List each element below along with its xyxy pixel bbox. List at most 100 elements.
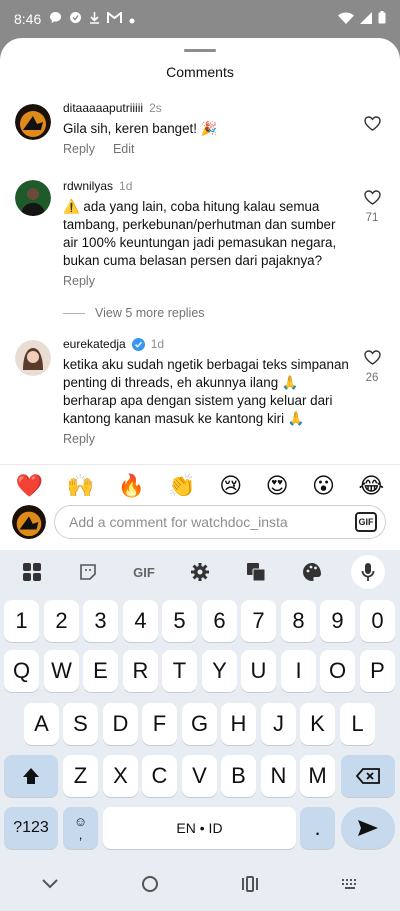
verified-badge-icon (131, 337, 145, 351)
key-u[interactable]: U (241, 650, 276, 692)
recents-icon[interactable] (241, 875, 259, 897)
comment-actions: Reply (63, 274, 353, 288)
emoji-heart[interactable]: ❤️ (16, 474, 43, 499)
back-chevron-icon[interactable] (41, 877, 59, 895)
emoji-fire[interactable]: 🔥 (117, 474, 144, 499)
username[interactable]: eurekatedja (63, 337, 126, 351)
key-m[interactable]: M (300, 755, 335, 797)
translate-icon[interactable] (239, 555, 273, 589)
key-z[interactable]: Z (63, 755, 98, 797)
key-7[interactable]: 7 (241, 600, 276, 642)
letter-row-2: A S D F G H J K L (0, 703, 400, 747)
key-o[interactable]: O (320, 650, 355, 692)
apps-grid-icon[interactable] (15, 555, 49, 589)
emoji-reaction-bar: ❤️ 🙌 🔥 👏 😢 😍 😮 😂 (0, 464, 400, 508)
keyboard-switch-icon[interactable] (341, 877, 359, 895)
bottom-row: ?123 ☺ , EN • ID . (0, 807, 400, 851)
navigation-bar (0, 861, 400, 911)
avatar[interactable] (15, 340, 51, 376)
heart-icon (363, 350, 381, 369)
key-b[interactable]: B (221, 755, 256, 797)
like-button[interactable] (360, 116, 384, 136)
period-key[interactable]: . (300, 807, 335, 849)
key-s[interactable]: S (63, 703, 98, 745)
key-a[interactable]: A (24, 703, 59, 745)
emoji-heart-eyes[interactable]: 😍 (266, 474, 289, 499)
key-n[interactable]: N (261, 755, 296, 797)
key-q[interactable]: Q (4, 650, 39, 692)
reply-button[interactable]: Reply (63, 142, 95, 156)
microphone-icon[interactable] (351, 555, 385, 589)
key-e[interactable]: E (83, 650, 118, 692)
drag-handle[interactable] (184, 49, 216, 52)
emoji-clap[interactable]: 👏 (168, 474, 195, 499)
key-r[interactable]: R (123, 650, 158, 692)
heart-icon (363, 116, 381, 135)
comment-text: Gila sih, keren banget! 🎉 (63, 121, 218, 136)
key-4[interactable]: 4 (123, 600, 158, 642)
shift-key[interactable] (4, 755, 58, 797)
gmail-icon (107, 10, 123, 27)
emoji-raised-hands[interactable]: 🙌 (67, 474, 94, 499)
symbols-key[interactable]: ?123 (4, 807, 58, 849)
key-p[interactable]: P (360, 650, 395, 692)
comment-input[interactable]: Add a comment for watchdoc_insta GIF (54, 505, 386, 539)
key-c[interactable]: C (142, 755, 177, 797)
key-h[interactable]: H (221, 703, 256, 745)
key-l[interactable]: L (340, 703, 375, 745)
comment-actions: Reply (63, 432, 353, 446)
key-1[interactable]: 1 (4, 600, 39, 642)
avatar[interactable] (15, 180, 51, 216)
comment-actions: Reply Edit (63, 142, 353, 156)
key-0[interactable]: 0 (360, 600, 395, 642)
key-2[interactable]: 2 (44, 600, 79, 642)
reply-button[interactable]: Reply (63, 274, 95, 288)
emoji-comma-key[interactable]: ☺ , (63, 807, 98, 849)
space-key[interactable]: EN • ID (103, 807, 296, 849)
reply-button[interactable]: Reply (63, 432, 95, 446)
more-dot-icon (129, 11, 135, 27)
comment-time: 1d (119, 179, 133, 193)
key-9[interactable]: 9 (320, 600, 355, 642)
emoji-laughing[interactable]: 😂 (358, 474, 384, 499)
key-w[interactable]: W (44, 650, 79, 692)
settings-gear-icon[interactable] (183, 555, 217, 589)
key-6[interactable]: 6 (202, 600, 237, 642)
sheet-title: Comments (166, 64, 234, 80)
keyboard-toolbar: GIF (0, 550, 400, 594)
key-t[interactable]: T (162, 650, 197, 692)
key-f[interactable]: F (142, 703, 177, 745)
key-5[interactable]: 5 (162, 600, 197, 642)
username[interactable]: rdwnilyas (63, 179, 113, 193)
key-i[interactable]: I (281, 650, 316, 692)
key-v[interactable]: V (182, 755, 217, 797)
send-key[interactable] (341, 807, 395, 849)
sticker-icon[interactable] (71, 555, 105, 589)
like-button[interactable]: 26 (360, 350, 384, 384)
key-x[interactable]: X (103, 755, 138, 797)
inbox-icon (69, 11, 82, 27)
key-8[interactable]: 8 (281, 600, 316, 642)
emoji-crying[interactable]: 😢 (219, 474, 242, 499)
gif-key[interactable]: GIF (127, 555, 161, 589)
comment-header: rdwnilyas 1d (63, 178, 353, 194)
avatar[interactable] (15, 104, 51, 140)
key-j[interactable]: J (261, 703, 296, 745)
clock: 8:46 (14, 11, 42, 27)
like-button[interactable]: 71 (360, 190, 384, 224)
backspace-key[interactable] (341, 755, 395, 797)
view-more-replies[interactable]: View 5 more replies (63, 306, 205, 320)
comment-text: ⚠️ ada yang lain, coba hitung kalau semu… (63, 199, 337, 268)
key-k[interactable]: K (300, 703, 335, 745)
edit-button[interactable]: Edit (113, 142, 135, 156)
gif-button[interactable]: GIF (355, 512, 377, 532)
key-g[interactable]: G (182, 703, 217, 745)
key-d[interactable]: D (103, 703, 138, 745)
view-more-label: View 5 more replies (95, 306, 205, 320)
palette-icon[interactable] (295, 555, 329, 589)
key-y[interactable]: Y (202, 650, 237, 692)
username[interactable]: ditaaaaaputriiiii (63, 101, 143, 115)
emoji-surprised[interactable]: 😮 (312, 474, 335, 499)
key-3[interactable]: 3 (83, 600, 118, 642)
home-circle-icon[interactable] (141, 875, 159, 898)
